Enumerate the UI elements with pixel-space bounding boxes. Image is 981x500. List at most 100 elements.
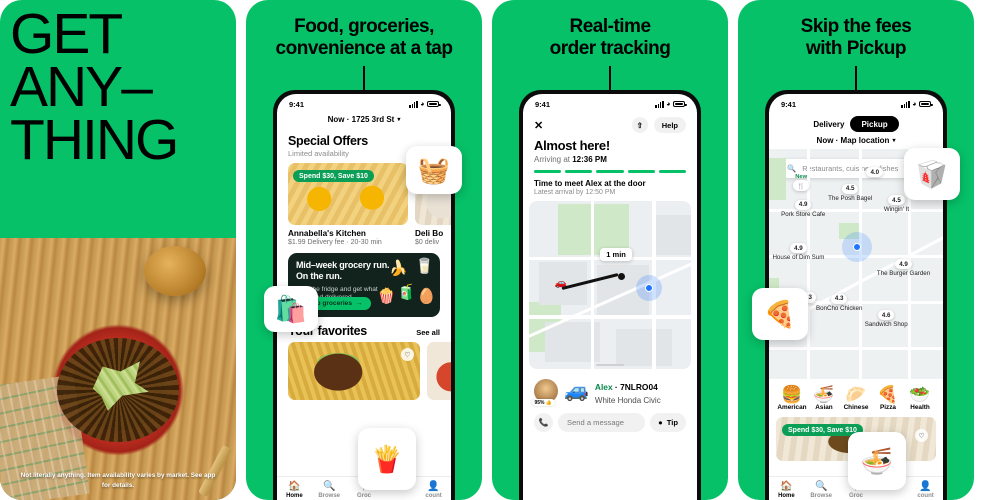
browse-headline: Food, groceries, convenience at a tap: [256, 16, 472, 61]
road: [769, 346, 943, 350]
tab-browse[interactable]: 🔍 Browse: [804, 481, 839, 499]
map-pin[interactable]: 4.0: [866, 167, 884, 178]
salad-icon: 🥗: [909, 385, 931, 404]
cellular-bars-icon: [409, 100, 418, 108]
vehicle-illustration: 🚙: [564, 380, 589, 403]
map-pin[interactable]: 4.9 The Burger Garden: [877, 259, 930, 277]
home-icon: 🏠: [780, 481, 793, 492]
tab-grocery-label: Groc: [848, 493, 863, 499]
tab-home[interactable]: 🏠 Home: [277, 481, 312, 499]
account-icon: 👤: [427, 481, 440, 492]
hero-headline: GET ANY– THING: [10, 6, 230, 169]
favorites-see-all[interactable]: See all: [416, 328, 440, 337]
tea-glass-decor: [144, 246, 206, 296]
tab-browse-label: Browse: [810, 493, 833, 499]
tab-browse-label: Browse: [318, 493, 341, 499]
map-location-selector[interactable]: Now · Map location ▾: [769, 132, 943, 149]
park-area: [769, 158, 787, 200]
user-location-icon: [635, 275, 662, 301]
tab-account[interactable]: 👤 count: [908, 481, 943, 499]
heart-icon[interactable]: ♡: [401, 348, 414, 361]
sheet-grip[interactable]: [596, 363, 624, 367]
message-input[interactable]: Send a message: [558, 413, 646, 433]
category-american[interactable]: 🍔 American: [776, 385, 808, 411]
tab-account-label: count: [917, 493, 934, 499]
pin-rating: 4.9: [895, 259, 912, 270]
driver-name-row: Alex · 7NLRO04: [595, 382, 658, 392]
browse-icon: 🔍: [814, 481, 828, 492]
category-asian[interactable]: 🍜 Asian: [808, 385, 840, 411]
progress-segment: [658, 170, 687, 173]
pin-name: House of Dim Sum: [772, 254, 825, 262]
map-pin[interactable]: 4.6 Sandwich Shop: [865, 310, 908, 328]
driver-info: 95% 👍 🚙 Alex · 7NLRO04 White Honda Civic: [523, 369, 697, 407]
map-pin[interactable]: 4.9 House of Dim Sum: [772, 243, 824, 261]
chevron-down-icon: ▾: [892, 138, 896, 144]
progress-segment: [565, 170, 593, 173]
map-pin[interactable]: 4.3 BonCho Chicken: [816, 293, 862, 312]
phone-screen: 9:41 ◕ ✕ ⇧ Help Almost here! Arriving at…: [523, 94, 697, 500]
special-offers-title: Special Offers: [288, 134, 368, 148]
favorite-image[interactable]: ♡: [288, 342, 420, 400]
address-label: Now · 1725 3rd St: [327, 115, 395, 124]
fries-drink-icon: 🍟: [370, 443, 404, 474]
pin-name: Wingin' It: [883, 206, 910, 213]
address-selector[interactable]: Now · 1725 3rd St ▾: [277, 111, 451, 128]
tab-account[interactable]: 👤 count: [416, 481, 451, 499]
status-time: 9:41: [535, 99, 551, 109]
delivery-map[interactable]: 🚗 1 min: [529, 201, 691, 370]
category-row[interactable]: 🍔 American 🍜 Asian 🥟 Chinese 🍕 Pizza 🥗 H…: [769, 379, 943, 411]
search-icon: 🔍: [787, 164, 797, 173]
pin-rating: 4.9: [790, 243, 807, 254]
offer-card[interactable]: Spend $30, Save $10 Annabella's Kitchen …: [288, 163, 408, 246]
delivery-tab[interactable]: Delivery: [813, 120, 844, 129]
share-icon[interactable]: ⇧: [631, 117, 648, 133]
offer-meta: $0 deliv: [415, 239, 440, 246]
hero-food-photo: [0, 238, 236, 500]
pickup-headline-line-1: Skip the fees: [800, 16, 912, 37]
favorites-carousel[interactable]: ♡: [277, 342, 451, 400]
close-icon[interactable]: ✕: [534, 119, 543, 132]
tab-browse[interactable]: 🔍 Browse: [312, 481, 347, 499]
offer-badge: Spend $30, Save $10: [293, 170, 374, 182]
category-pizza[interactable]: 🍕 Pizza: [872, 385, 904, 411]
pin-rating: 4.0: [866, 167, 884, 178]
pin-rating: 4.9: [794, 199, 812, 210]
map-pin[interactable]: 4.5 The Posh Bagel: [828, 183, 873, 202]
pin-rating: 4.5: [841, 183, 859, 194]
phone-icon[interactable]: 📞: [534, 413, 553, 433]
cellular-bars-icon: [901, 100, 910, 108]
browse-headline-line-1: Food, groceries,: [294, 16, 434, 37]
driver-separator: ·: [612, 382, 621, 393]
tab-home[interactable]: 🏠 Home: [769, 481, 804, 499]
driver-actions[interactable]: 📞 Send a message ● Tip: [523, 406, 697, 433]
favorite-image[interactable]: [427, 342, 451, 400]
hero-headline-line-2: ANY–: [10, 55, 153, 119]
ramen-bowl-icon: 🍜: [860, 445, 894, 476]
pickup-tab[interactable]: Pickup: [850, 116, 899, 132]
progress-segment: [534, 170, 562, 173]
heart-icon[interactable]: ♡: [915, 429, 928, 442]
banana-icon: 🍌: [389, 260, 408, 277]
account-icon: 👤: [919, 481, 932, 492]
order-progress-bar: [523, 164, 697, 173]
delivery-pickup-toggle[interactable]: Delivery Pickup: [769, 111, 943, 132]
category-chinese[interactable]: 🥟 Chinese: [840, 385, 872, 411]
map-pin[interactable]: 4.5 Wingin' It: [884, 195, 909, 213]
map-pin[interactable]: 4.9 Pork Store Cafe: [781, 199, 825, 218]
offer-title: Annabella's Kitchen: [288, 229, 366, 238]
battery-icon: [673, 101, 687, 107]
tip-button[interactable]: ● Tip: [650, 413, 686, 433]
leader-line: [609, 66, 611, 92]
map-pin[interactable]: New 🍴: [793, 174, 810, 192]
leader-line: [363, 66, 365, 92]
help-button[interactable]: Help: [653, 117, 686, 133]
status-icons: ◕: [901, 100, 933, 108]
browse-headline-line-2: convenience at a tap: [275, 38, 453, 60]
category-healthy[interactable]: 🥗 Health: [904, 385, 936, 411]
category-label: Pizza: [880, 404, 896, 411]
tab-grocery-label: Groc: [356, 493, 371, 499]
takeout-bag-icon: 🥡: [915, 158, 949, 189]
user-location-icon: [842, 231, 873, 262]
pin-name: The Posh Bagel: [828, 194, 873, 202]
